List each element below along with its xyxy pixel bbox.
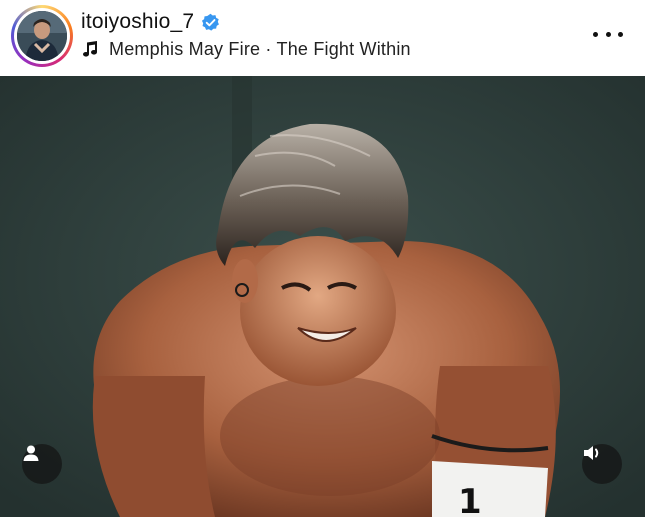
audio-title: Memphis May Fire · The Fight Within [109, 38, 411, 59]
mute-toggle-button[interactable] [582, 444, 622, 484]
more-dot [618, 31, 623, 37]
more-dot [605, 31, 611, 37]
post-photo: 1 [0, 76, 645, 517]
music-note-icon [81, 40, 99, 58]
username-link[interactable]: itoiyoshio_7 [81, 10, 194, 34]
post-header: itoiyoshio_7 Memphis May Fire · The Figh… [0, 0, 645, 76]
more-dot [593, 31, 598, 37]
verified-badge-icon [201, 13, 220, 32]
post-media[interactable]: 1 [0, 76, 645, 517]
username-row: itoiyoshio_7 [81, 8, 220, 36]
more-options-icon[interactable] [593, 24, 623, 44]
tagged-users-button[interactable] [22, 444, 62, 484]
armband-number: 1 [458, 482, 482, 517]
story-ring[interactable] [11, 5, 73, 67]
avatar[interactable] [17, 11, 67, 61]
avatar-image [17, 11, 67, 61]
audio-row[interactable]: Memphis May Fire · The Fight Within [81, 37, 411, 61]
avatar-frame [14, 8, 70, 64]
